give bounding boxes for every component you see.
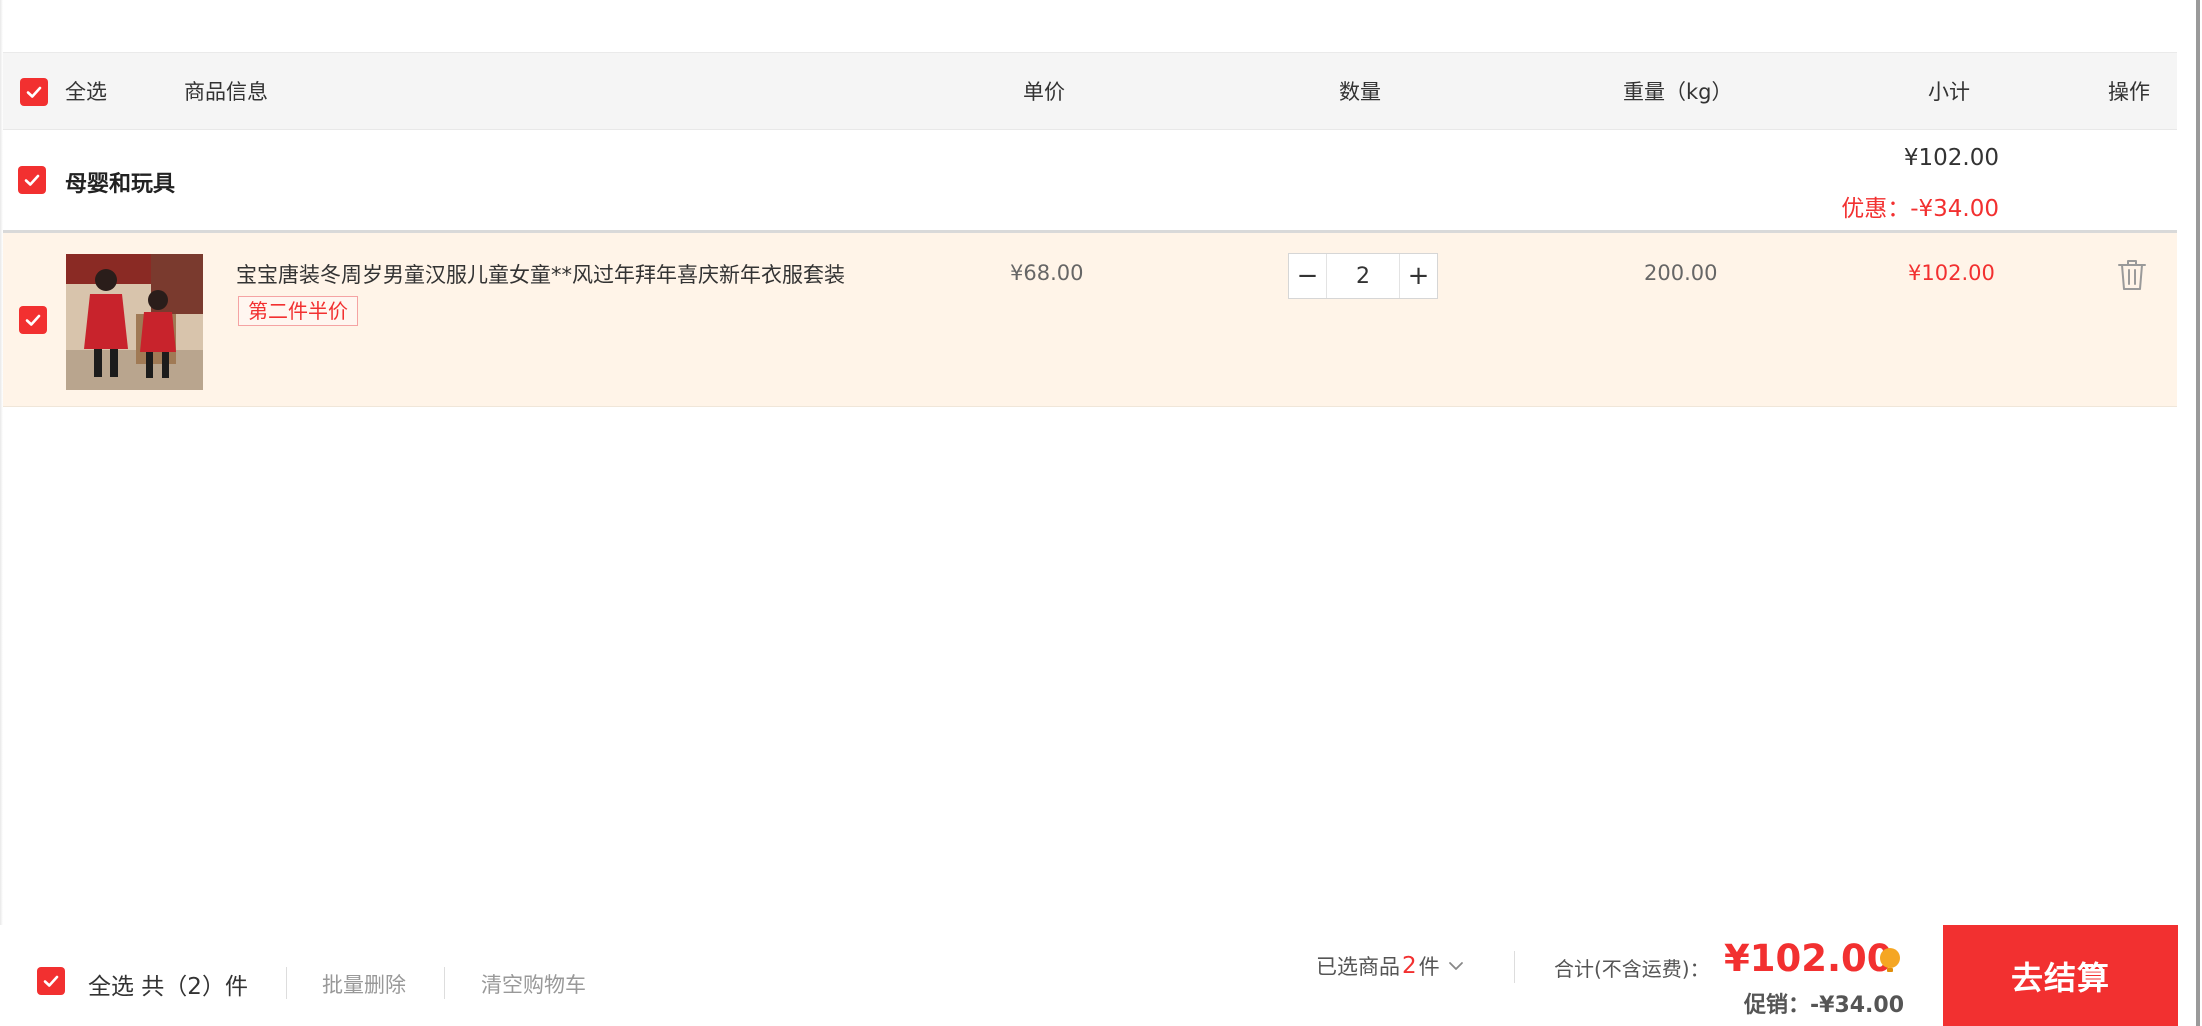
footer-divider	[444, 967, 445, 999]
delete-item-button[interactable]	[2116, 258, 2148, 292]
product-thumbnail[interactable]	[66, 254, 203, 390]
header-select-all-label: 全选	[65, 80, 107, 104]
cart-table-header: 全选 商品信息 单价 数量 重量（kg） 小计 操作	[3, 52, 2177, 130]
check-icon	[43, 975, 59, 987]
quantity-input[interactable]	[1327, 254, 1399, 298]
window-right-border	[2196, 0, 2200, 1026]
header-subtotal: 小计	[1928, 80, 1970, 104]
footer-divider	[1514, 951, 1515, 983]
shop-name: 母婴和玩具	[65, 172, 176, 197]
shop-select-checkbox[interactable]	[18, 166, 46, 194]
shop-group-row: 母婴和玩具 ¥102.00 优惠：-¥34.00	[3, 131, 2177, 230]
promo-saving: 促销：-¥34.00	[1744, 993, 1905, 1018]
footer-select-all-count[interactable]: 全选 共（2）件	[88, 967, 248, 1001]
select-all-checkbox-footer[interactable]	[37, 967, 65, 995]
header-product-info: 商品信息	[184, 80, 268, 104]
cart-item-row: 宝宝唐装冬周岁男童汉服儿童女童**风过年拜年喜庆新年衣服套装 第二件半价 ¥68…	[3, 230, 2177, 407]
chevron-down-icon	[1448, 962, 1463, 970]
promo-tag: 第二件半价	[238, 296, 358, 326]
check-icon	[24, 174, 40, 186]
cart-footer-bar: 全选 共（2）件 批量删除 清空购物车 已选商品 2 件 合计(不含运费)： ¥…	[0, 925, 2178, 1026]
footer-divider	[286, 967, 287, 999]
item-subtotal: ¥102.00	[1908, 261, 1995, 285]
product-photo-image	[66, 254, 203, 390]
header-quantity: 数量	[1339, 80, 1381, 104]
shop-discount: 优惠：-¥34.00	[1841, 196, 1999, 222]
selected-suffix: 件	[1418, 955, 1440, 979]
item-weight: 200.00	[1644, 261, 1718, 285]
quantity-stepper: − +	[1288, 253, 1438, 299]
selected-count: 2	[1402, 953, 1417, 979]
selected-items-toggle[interactable]: 已选商品 2 件	[1316, 951, 1464, 981]
product-title-link[interactable]: 宝宝唐装冬周岁男童汉服儿童女童**风过年拜年喜庆新年衣服套装	[236, 259, 845, 289]
quantity-increase-button[interactable]: +	[1399, 254, 1437, 298]
check-icon	[25, 314, 41, 326]
shop-total: ¥102.00	[1903, 145, 1999, 171]
quantity-decrease-button[interactable]: −	[1289, 254, 1327, 298]
clear-cart-link[interactable]: 清空购物车	[481, 969, 586, 999]
item-unit-price: ¥68.00	[1010, 261, 1084, 285]
total-label: 合计(不含运费)：	[1554, 957, 1710, 981]
batch-delete-link[interactable]: 批量删除	[322, 969, 406, 999]
select-all-checkbox-header[interactable]	[20, 78, 48, 106]
header-weight: 重量（kg）	[1623, 80, 1733, 104]
header-unit-price: 单价	[1023, 80, 1065, 104]
item-select-checkbox[interactable]	[19, 306, 47, 334]
coin-icon	[1880, 948, 1900, 972]
trash-icon	[2118, 260, 2146, 290]
check-icon	[26, 86, 42, 98]
total-value: ¥102.00	[1724, 937, 1893, 980]
shopping-cart-page: 全选 商品信息 单价 数量 重量（kg） 小计 操作 母婴和玩具 ¥102.00…	[0, 0, 2202, 1026]
selected-prefix: 已选商品	[1316, 955, 1400, 979]
header-action: 操作	[2108, 80, 2150, 104]
checkout-button[interactable]: 去结算	[1943, 925, 2178, 1026]
